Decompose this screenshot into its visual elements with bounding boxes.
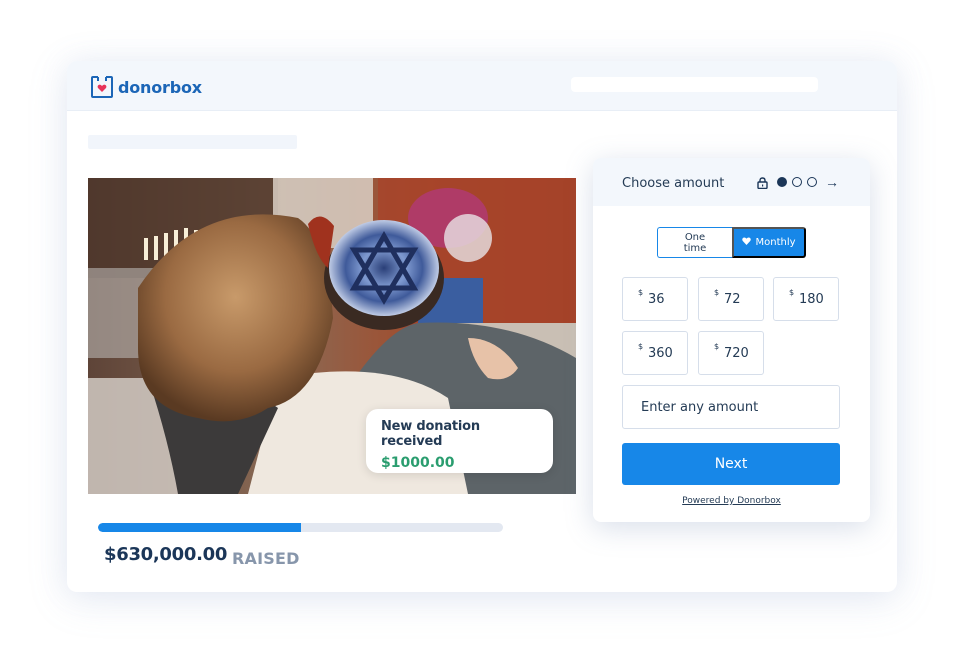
amount-value: 360 (648, 346, 673, 361)
fundraising-progress-bar (98, 523, 503, 532)
amount-value: 36 (648, 292, 665, 307)
progress-fill (98, 523, 301, 532)
arrow-right-icon[interactable]: → (825, 175, 839, 189)
toast-amount: $1000.00 (381, 455, 455, 471)
header-placeholder-bar (571, 77, 818, 92)
raised-label: RAISED (232, 549, 300, 568)
donation-widget: Choose amount → One time Monthly $ 36 $ … (593, 158, 870, 522)
next-button[interactable]: Next (622, 443, 840, 485)
step-dot-1-active (777, 177, 787, 187)
frequency-toggle: One time Monthly (657, 227, 806, 258)
custom-amount-input[interactable] (622, 385, 840, 429)
currency-symbol: $ (714, 342, 720, 351)
monthly-label: Monthly (755, 237, 796, 248)
amount-option-36[interactable]: $ 36 (622, 277, 688, 321)
currency-symbol: $ (789, 288, 795, 297)
raised-amount: $630,000.00 (104, 544, 228, 565)
powered-by-link[interactable]: Powered by Donorbox (593, 496, 870, 506)
title-placeholder (88, 135, 297, 149)
donorbox-box-heart-icon (91, 76, 113, 98)
new-donation-toast: New donation received $1000.00 (366, 409, 553, 473)
amount-value: 72 (724, 292, 741, 307)
amount-option-180[interactable]: $ 180 (773, 277, 839, 321)
currency-symbol: $ (714, 288, 720, 297)
amount-value: 720 (724, 346, 749, 361)
site-header: donorbox (67, 61, 897, 111)
amount-option-360[interactable]: $ 360 (622, 331, 688, 375)
donorbox-logo[interactable]: donorbox (91, 76, 202, 98)
heart-icon (742, 237, 752, 248)
widget-header: Choose amount → (593, 158, 870, 206)
step-dot-2 (792, 177, 802, 187)
amount-option-720[interactable]: $ 720 (698, 331, 764, 375)
one-time-button[interactable]: One time (657, 227, 732, 258)
monthly-button[interactable]: Monthly (732, 227, 806, 258)
toast-title: New donation received (381, 419, 480, 449)
amount-option-72[interactable]: $ 72 (698, 277, 764, 321)
amount-value: 180 (799, 292, 824, 307)
step-indicator: → (757, 175, 839, 190)
step-dot-3 (807, 177, 817, 187)
one-time-label: One time (683, 231, 707, 254)
currency-symbol: $ (638, 288, 644, 297)
widget-title: Choose amount (622, 176, 725, 191)
currency-symbol: $ (638, 342, 644, 351)
lock-icon (757, 176, 768, 190)
brand-name: donorbox (118, 77, 202, 97)
